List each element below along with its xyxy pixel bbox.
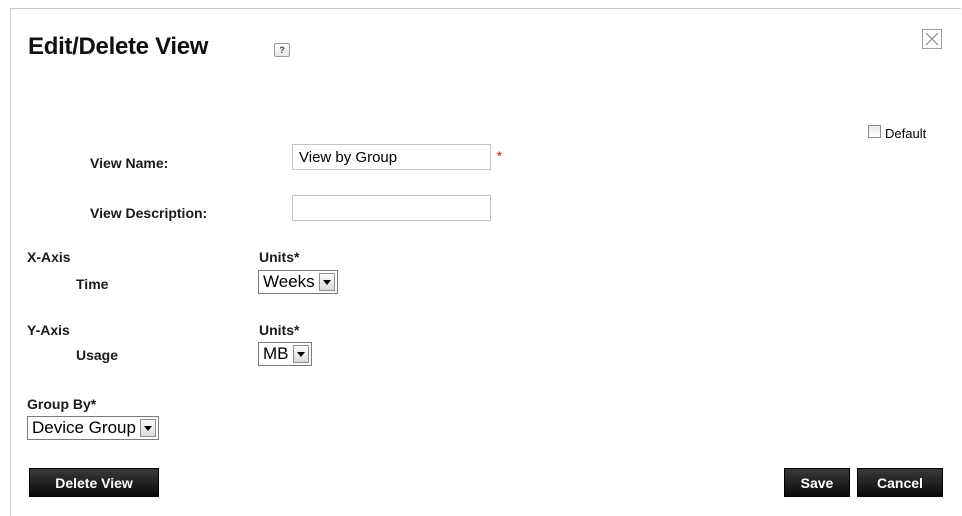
- x-axis-units-select[interactable]: Weeks: [258, 270, 338, 294]
- close-icon[interactable]: [922, 29, 942, 49]
- view-description-input[interactable]: [292, 195, 491, 221]
- chevron-down-icon[interactable]: [318, 273, 335, 291]
- x-axis-units-label: Units*: [259, 249, 300, 265]
- y-axis-units-value: MB: [263, 344, 289, 363]
- chevron-down-icon[interactable]: [139, 419, 156, 437]
- cancel-button[interactable]: Cancel: [857, 468, 943, 497]
- view-description-label: View Description:: [90, 205, 208, 221]
- help-icon[interactable]: ?: [274, 43, 290, 57]
- y-axis-units-select[interactable]: MB: [258, 342, 312, 366]
- x-axis-time-label: Time: [76, 276, 109, 292]
- delete-view-button[interactable]: Delete View: [29, 468, 159, 497]
- required-marker: *: [497, 149, 502, 163]
- y-axis-label: Y-Axis: [27, 322, 70, 338]
- view-name-input[interactable]: [292, 144, 491, 170]
- y-axis-usage-label: Usage: [76, 347, 119, 363]
- x-axis-label: X-Axis: [27, 249, 71, 265]
- save-button[interactable]: Save: [784, 468, 850, 497]
- default-label: Default: [885, 125, 927, 141]
- default-checkbox[interactable]: [868, 124, 881, 138]
- dialog-title: Edit/Delete View: [28, 33, 209, 60]
- group-by-value: Device Group: [32, 418, 136, 437]
- group-by-label: Group By*: [27, 396, 97, 412]
- group-by-select[interactable]: Device Group: [27, 416, 159, 440]
- default-option: Default: [868, 123, 927, 141]
- view-name-label: View Name:: [90, 155, 169, 171]
- chevron-down-icon[interactable]: [292, 345, 309, 363]
- x-axis-units-value: Weeks: [263, 272, 315, 291]
- y-axis-units-label: Units*: [259, 322, 300, 338]
- edit-view-dialog: Edit/Delete View ? Default View Name: * …: [10, 8, 961, 516]
